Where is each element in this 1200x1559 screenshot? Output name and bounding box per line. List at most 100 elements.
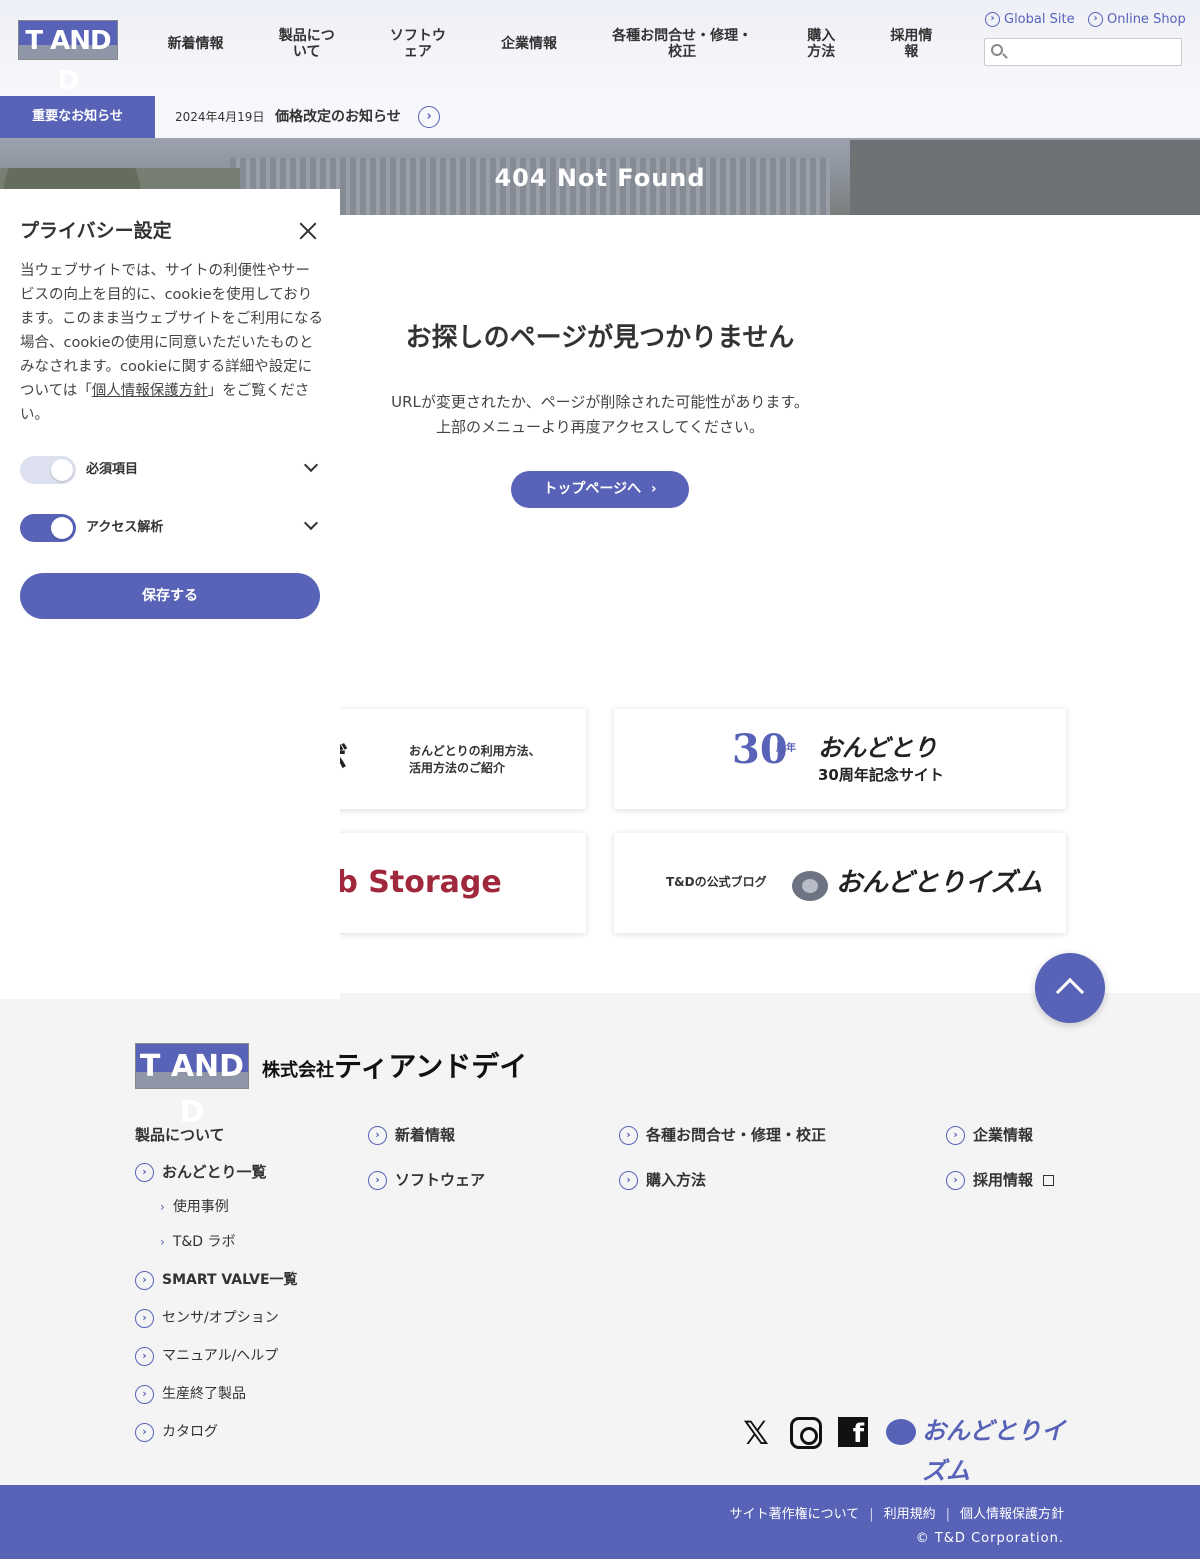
terms-link[interactable]: 利用規約	[884, 1505, 936, 1525]
footer-link-ondotori[interactable]: › おんどとり一覧	[135, 1162, 267, 1182]
chevron-circle-icon: ›	[619, 1170, 638, 1190]
online-shop-link[interactable]: › Online Shop	[1088, 12, 1186, 27]
analytics-label: アクセス解析	[86, 520, 164, 535]
logo-text: T AND D	[139, 1049, 245, 1130]
top-page-button[interactable]: トップページへ ›	[511, 471, 689, 508]
footer-logo[interactable]: T AND D	[135, 1043, 249, 1130]
footer-link-sensors[interactable]: › センサ/オプション	[135, 1308, 279, 1328]
chevron-circle-icon: ›	[985, 12, 1000, 27]
nav-news[interactable]: 新着情報	[140, 22, 251, 66]
company-name: 株式会社ティアンドデイ	[262, 1049, 527, 1089]
footer-sublink-label: 使用事例	[172, 1199, 229, 1215]
nav-contact[interactable]: 各種お問合せ・修理・ 校正	[585, 22, 780, 66]
chevron-down-icon[interactable]	[303, 515, 319, 531]
footer-sublink-label: T&D ラボ	[172, 1234, 236, 1250]
site-footer: T AND D 株式会社ティアンドデイ 製品について › おんどとり一覧 › 使…	[0, 993, 1200, 1485]
required-toggle[interactable]	[20, 456, 76, 484]
notice-title[interactable]: 価格改定のお知らせ	[275, 96, 401, 138]
search-box	[984, 38, 1182, 66]
chevron-circle-icon: ›	[135, 1384, 154, 1404]
blog-label: T&Dの公式ブログ	[666, 875, 767, 889]
privacy-title: プライバシー設定	[20, 220, 172, 242]
blog-banner[interactable]: T&Dの公式ブログ おんどとりイズム	[614, 833, 1066, 933]
toggle-row-analytics: アクセス解析	[20, 514, 320, 542]
footer-link-software[interactable]: › ソフトウェア	[368, 1170, 485, 1190]
toggle-row-required: 必須項目	[20, 456, 320, 484]
toggle-knob	[51, 459, 73, 481]
anniversary-title: おんどとり	[818, 734, 938, 762]
footer-link-smartvalve[interactable]: › SMART VALVE一覧	[135, 1270, 298, 1290]
page-top-button[interactable]	[1035, 953, 1105, 1023]
save-button[interactable]: 保存する	[20, 573, 320, 619]
company-name-text: ティアンドデイ	[334, 1050, 528, 1083]
chevron-circle-icon: ›	[135, 1270, 154, 1290]
chevron-circle-icon: ›	[135, 1346, 154, 1366]
privacy-settings-panel: プライバシー設定 当ウェブサイトでは、サイトの利便性やサービスの向上を目的に、c…	[0, 189, 340, 999]
search-icon[interactable]	[991, 44, 1003, 56]
separator: |	[945, 1507, 950, 1522]
privacy-policy-link[interactable]: 個人情報保護方針	[92, 383, 208, 399]
privacy-policy-link[interactable]: 個人情報保護方針	[960, 1505, 1064, 1525]
footer-sublink-labo[interactable]: › T&D ラボ	[160, 1232, 236, 1252]
nav-company[interactable]: 企業情報	[473, 22, 584, 66]
footer-link-label: カタログ	[162, 1424, 218, 1440]
footer-link-label: おんどとり一覧	[162, 1163, 267, 1181]
anniversary-banner[interactable]: 30 周年 おんどとり 30周年記念サイト	[614, 709, 1066, 809]
tandd-logo[interactable]: T AND D	[18, 20, 118, 96]
footer-link-label: 企業情報	[973, 1126, 1034, 1144]
chevron-circle-icon: ›	[619, 1125, 638, 1145]
footer-link-recruit[interactable]: › 採用情報	[946, 1170, 1055, 1190]
notice-date: 2024年4月19日	[175, 110, 265, 124]
blog-link-label: おんどとりイズム	[922, 1417, 1066, 1485]
chevron-up-icon	[1055, 977, 1085, 1007]
chevron-circle-icon: ›	[135, 1162, 154, 1182]
nav-products[interactable]: 製品につ いて	[251, 22, 362, 66]
anniversary-subtitle: 30周年記念サイト	[818, 766, 944, 784]
footer-link-catalog[interactable]: › カタログ	[135, 1422, 218, 1442]
footer-link-purchase[interactable]: › 購入方法	[619, 1170, 706, 1190]
toggle-knob	[51, 517, 73, 539]
chevron-circle-icon: ›	[946, 1125, 965, 1145]
chevron-circle-icon: ›	[946, 1170, 965, 1190]
chevron-down-icon[interactable]	[303, 457, 319, 473]
footer-link-label: 新着情報	[395, 1126, 456, 1144]
blog-title: おんどとりイズム	[836, 868, 1043, 898]
footer-bottom-bar: サイト著作権について | 利用規約 | 個人情報保護方針 © T&D Corpo…	[0, 1485, 1200, 1559]
footer-sublink-cases[interactable]: › 使用事例	[160, 1197, 229, 1217]
required-label: 必須項目	[86, 462, 139, 477]
footer-link-label: SMART VALVE一覧	[162, 1272, 298, 1288]
blog-link[interactable]: おんどとりイズム	[884, 1411, 1066, 1485]
global-site-label: Global Site	[1004, 12, 1075, 27]
footer-link-label: ソフトウェア	[395, 1171, 486, 1189]
bird-mascot-icon	[886, 1419, 916, 1445]
analytics-toggle[interactable]	[20, 514, 76, 542]
footer-link-manuals[interactable]: › マニュアル/ヘルプ	[135, 1346, 278, 1366]
footer-link-company[interactable]: › 企業情報	[946, 1125, 1033, 1145]
chevron-right-icon[interactable]: ›	[418, 106, 440, 128]
x-twitter-icon[interactable]: 𝕏	[740, 1417, 772, 1449]
chevron-right-icon: ›	[160, 1235, 165, 1249]
nav-recruit[interactable]: 採用情 報	[863, 22, 960, 66]
top-page-button-label: トップページへ	[543, 481, 642, 497]
global-site-link[interactable]: › Global Site	[985, 12, 1075, 27]
close-icon[interactable]	[296, 219, 320, 243]
important-notice-bar: 重要なお知らせ 2024年4月19日 価格改定のお知らせ ›	[0, 96, 1200, 138]
facebook-icon[interactable]: f	[838, 1417, 868, 1449]
nav-software[interactable]: ソフトウ ェア	[362, 22, 473, 66]
bird-mascot-icon	[792, 871, 828, 901]
search-input[interactable]	[1009, 41, 1177, 63]
footer-link-label: 各種お問合せ・修理・校正	[646, 1126, 827, 1144]
anniversary-sub: 周年	[776, 743, 796, 754]
nav-purchase[interactable]: 購入 方法	[780, 22, 863, 66]
footer-link-discontinued[interactable]: › 生産終了製品	[135, 1384, 246, 1404]
instagram-icon[interactable]	[790, 1417, 822, 1449]
copyright-policy-link[interactable]: サイト著作権について	[730, 1505, 860, 1525]
logo-text: T AND D	[25, 26, 111, 96]
footer-link-news[interactable]: › 新着情報	[368, 1125, 455, 1145]
footer-link-label: 採用情報	[973, 1171, 1034, 1189]
chevron-circle-icon: ›	[1088, 12, 1103, 27]
chevron-circle-icon: ›	[368, 1170, 387, 1190]
footer-link-contact[interactable]: › 各種お問合せ・修理・校正	[619, 1125, 826, 1145]
copyright: © T&D Corporation.	[915, 1531, 1064, 1546]
privacy-text: 当ウェブサイトでは、サイトの利便性やサービスの向上を目的に、cookieを使用し…	[20, 259, 324, 427]
